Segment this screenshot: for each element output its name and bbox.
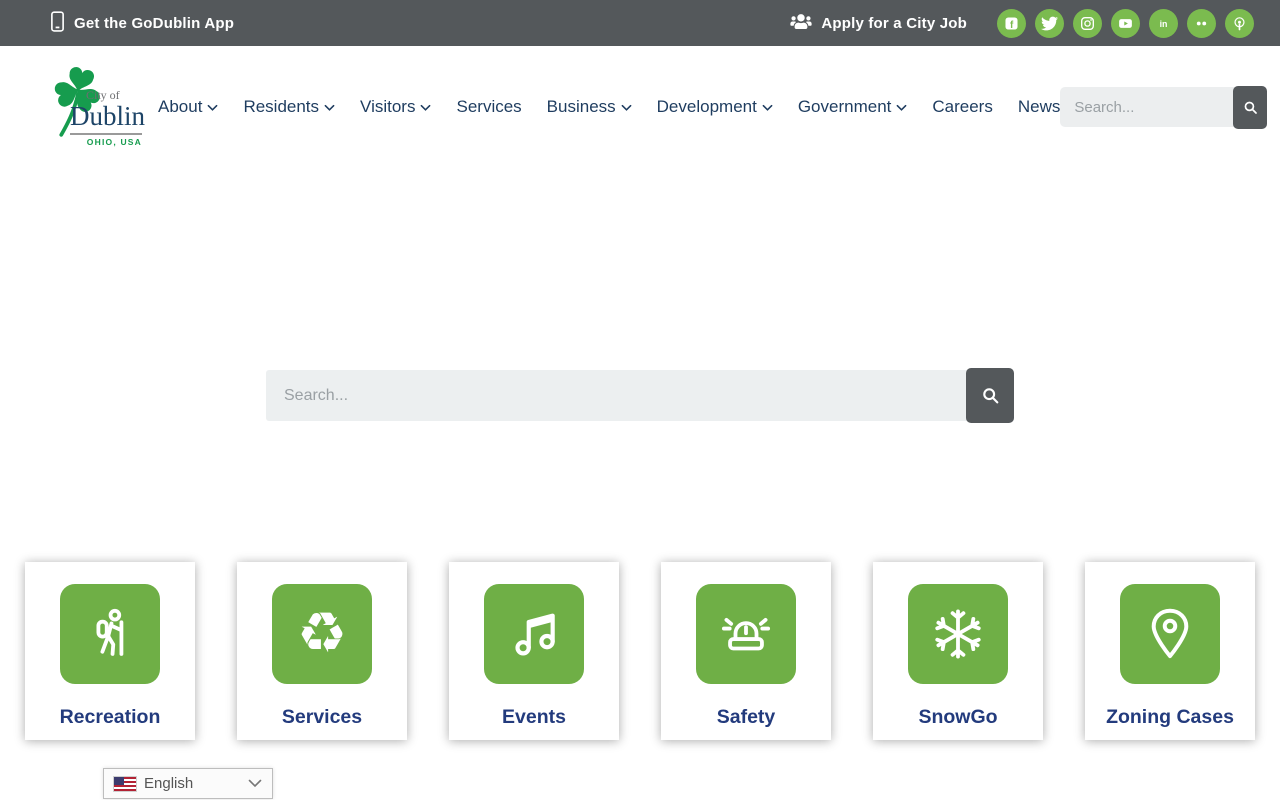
search-icon [980,385,1001,406]
card-label: Services [282,706,362,729]
flickr-icon[interactable] [1187,9,1216,38]
youtube-icon[interactable] [1111,9,1140,38]
hero-search-button[interactable] [966,368,1014,423]
chevron-down-icon [621,104,632,112]
nav-item-visitors[interactable]: Visitors [360,97,431,117]
hero-search-input[interactable] [266,370,968,421]
nav-label: Development [657,97,757,117]
us-flag-icon [114,777,136,791]
card-events[interactable]: Events [449,562,619,740]
map-pin-icon [1120,584,1220,684]
card-label: Events [502,706,566,729]
header-search-input[interactable] [1060,87,1236,127]
nav-label: About [158,97,202,117]
header-search-button[interactable] [1233,86,1267,129]
nav-item-business[interactable]: Business [547,97,632,117]
card-recreation[interactable]: Recreation [25,562,195,740]
nav-label: Business [547,97,616,117]
card-services[interactable]: ♻ Services [237,562,407,740]
city-of-dublin-logo[interactable]: City of Dublin OHIO, USA [50,64,142,150]
linkedin-icon[interactable]: in [1149,9,1178,38]
search-icon [1242,99,1259,116]
card-label: Safety [717,706,776,729]
nav-item-development[interactable]: Development [657,97,773,117]
nav-item-residents[interactable]: Residents [243,97,335,117]
users-icon [790,13,812,34]
nav-label: Services [456,97,521,117]
podcast-icon[interactable] [1225,9,1254,38]
nav-item-services[interactable]: Services [456,97,521,117]
card-zoning-cases[interactable]: Zoning Cases [1085,562,1255,740]
site-header: City of Dublin OHIO, USA About Residents… [0,46,1280,168]
logo-text: City of Dublin OHIO, USA [70,88,142,147]
language-selected: English [144,775,193,792]
card-label: Zoning Cases [1106,706,1234,729]
apply-city-job-label: Apply for a City Job [821,15,967,32]
card-snowgo[interactable]: SnowGo [873,562,1043,740]
siren-icon [696,584,796,684]
hero-search [266,368,1014,423]
recycle-icon: ♻ [272,584,372,684]
nav-label: Government [798,97,892,117]
chevron-down-icon [420,104,431,112]
card-label: Recreation [60,706,161,729]
hiker-icon [60,584,160,684]
facebook-icon[interactable]: f [997,9,1026,38]
nav-item-careers[interactable]: Careers [932,97,992,117]
nav-label: Careers [932,97,992,117]
nav-item-news[interactable]: News [1018,97,1061,117]
logo-dublin: Dublin [70,103,142,135]
chevron-down-icon [248,779,262,788]
topbar: Get the GoDublin App Apply for a City Jo… [0,0,1280,46]
social-links: f in [997,9,1254,38]
card-label: SnowGo [918,706,997,729]
logo-tagline: OHIO, USA [70,137,142,147]
twitter-icon[interactable] [1035,9,1064,38]
chevron-down-icon [207,104,218,112]
quick-links-row: Recreation ♻ Services Events [0,562,1280,740]
header-search [1060,86,1267,129]
godublin-app-link[interactable]: Get the GoDublin App [50,10,234,37]
nav-label: News [1018,97,1061,117]
card-safety[interactable]: Safety [661,562,831,740]
main-nav: About Residents Visitors Services Busine… [158,97,1060,117]
mobile-phone-icon [50,10,65,37]
snowflake-icon [908,584,1008,684]
chevron-down-icon [896,104,907,112]
nav-label: Residents [243,97,319,117]
apply-city-job-link[interactable]: Apply for a City Job [790,13,967,34]
nav-label: Visitors [360,97,415,117]
nav-item-about[interactable]: About [158,97,218,117]
nav-item-government[interactable]: Government [798,97,908,117]
language-selector[interactable]: English [103,768,273,799]
godublin-app-label: Get the GoDublin App [74,15,234,32]
chevron-down-icon [762,104,773,112]
instagram-icon[interactable] [1073,9,1102,38]
music-note-icon [484,584,584,684]
svg-text:in: in [1160,18,1168,28]
chevron-down-icon [324,104,335,112]
